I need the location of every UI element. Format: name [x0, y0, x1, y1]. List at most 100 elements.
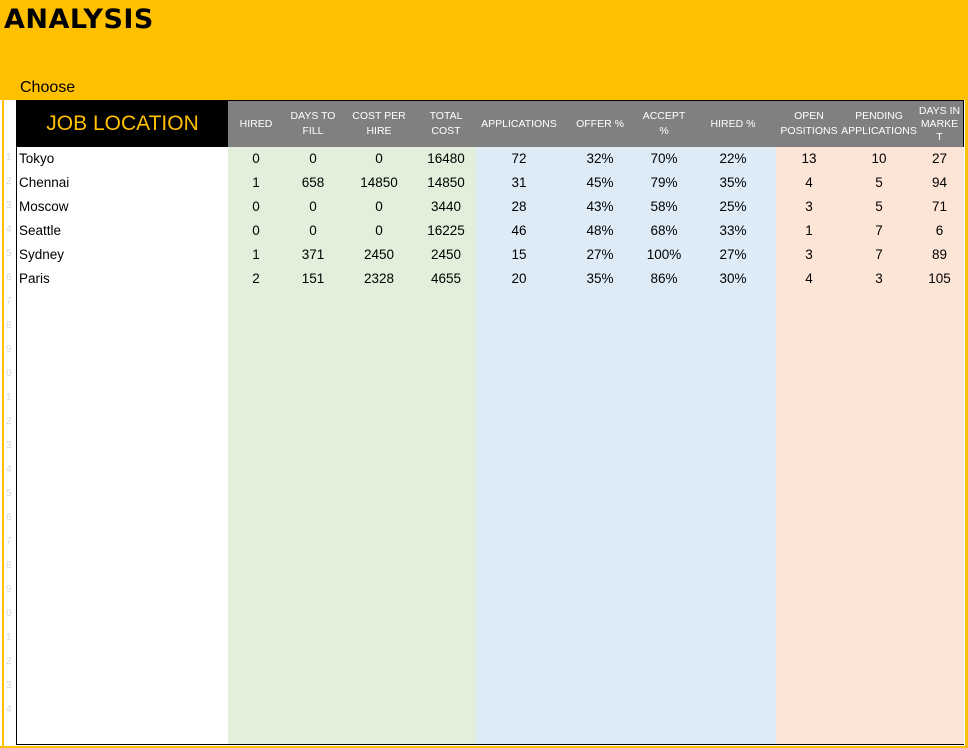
cell-total-cost[interactable]: 14850: [416, 171, 476, 195]
cell-applications[interactable]: 15: [476, 243, 562, 267]
table-row: Moscow 0 0 0 3440 28 43% 58% 25% 3 5 71: [17, 195, 963, 219]
cell-days-to-fill[interactable]: 0: [284, 195, 342, 219]
cell-offer-pct[interactable]: 48%: [562, 219, 638, 243]
cell-accept-pct[interactable]: 100%: [638, 243, 690, 267]
header-hired-pct[interactable]: HIRED %: [690, 101, 776, 147]
cell-days-in-market[interactable]: 89: [916, 243, 963, 267]
header-cost-per-hire[interactable]: COST PER HIRE: [342, 101, 416, 147]
cell-cost-per-hire[interactable]: 0: [342, 219, 416, 243]
cell-total-cost[interactable]: 16480: [416, 147, 476, 171]
cell-applications[interactable]: 31: [476, 171, 562, 195]
cell-cost-per-hire[interactable]: 0: [342, 195, 416, 219]
header-pending-applications[interactable]: PENDING APPLICATIONS: [841, 101, 917, 147]
row-number: 3: [6, 440, 12, 451]
cell-hired-pct[interactable]: 35%: [690, 171, 776, 195]
cell-location[interactable]: Tokyo: [19, 147, 219, 171]
cell-open-positions[interactable]: 1: [776, 219, 842, 243]
cell-hired-pct[interactable]: 22%: [690, 147, 776, 171]
row-number: 0: [6, 368, 12, 379]
cell-pending-applications[interactable]: 5: [842, 195, 916, 219]
cell-pending-applications[interactable]: 5: [842, 171, 916, 195]
cell-offer-pct[interactable]: 43%: [562, 195, 638, 219]
cell-offer-pct[interactable]: 27%: [562, 243, 638, 267]
cell-accept-pct[interactable]: 70%: [638, 147, 690, 171]
cell-total-cost[interactable]: 16225: [416, 219, 476, 243]
cell-location[interactable]: Chennai: [19, 171, 219, 195]
cell-hired[interactable]: 1: [228, 243, 284, 267]
header-total-cost[interactable]: TOTAL COST: [416, 101, 476, 147]
header-hired[interactable]: HIRED: [228, 101, 284, 147]
cell-pending-applications[interactable]: 7: [842, 243, 916, 267]
cell-hired[interactable]: 2: [228, 267, 284, 291]
cell-cost-per-hire[interactable]: 2450: [342, 243, 416, 267]
cell-accept-pct[interactable]: 86%: [638, 267, 690, 291]
row-number: 1: [6, 392, 12, 403]
cell-total-cost[interactable]: 4655: [416, 267, 476, 291]
cell-total-cost[interactable]: 3440: [416, 195, 476, 219]
cell-hired-pct[interactable]: 25%: [690, 195, 776, 219]
cell-applications[interactable]: 46: [476, 219, 562, 243]
cell-open-positions[interactable]: 13: [776, 147, 842, 171]
cell-days-to-fill[interactable]: 0: [284, 219, 342, 243]
cell-pending-applications[interactable]: 3: [842, 267, 916, 291]
cell-accept-pct[interactable]: 58%: [638, 195, 690, 219]
cell-cost-per-hire[interactable]: 0: [342, 147, 416, 171]
cell-days-to-fill[interactable]: 658: [284, 171, 342, 195]
header-offer-pct[interactable]: OFFER %: [562, 101, 638, 147]
cell-cost-per-hire[interactable]: 14850: [342, 171, 416, 195]
header-days-in-market[interactable]: DAYS IN MARKE T: [916, 101, 963, 147]
cell-open-positions[interactable]: 3: [776, 195, 842, 219]
cell-hired[interactable]: 0: [228, 147, 284, 171]
row-number: 1: [6, 632, 12, 643]
row-number: 9: [6, 584, 12, 595]
cell-cost-per-hire[interactable]: 2328: [342, 267, 416, 291]
cell-open-positions[interactable]: 4: [776, 267, 842, 291]
cell-applications[interactable]: 72: [476, 147, 562, 171]
row-number: 5: [6, 488, 12, 499]
cell-days-in-market[interactable]: 105: [916, 267, 963, 291]
cell-days-in-market[interactable]: 94: [916, 171, 963, 195]
row-number: 8: [6, 560, 12, 571]
cell-location[interactable]: Sydney: [19, 243, 219, 267]
cell-days-in-market[interactable]: 27: [916, 147, 963, 171]
cell-days-to-fill[interactable]: 371: [284, 243, 342, 267]
header-days-to-fill[interactable]: DAYS TO FILL: [284, 101, 342, 147]
cell-days-in-market[interactable]: 71: [916, 195, 963, 219]
header-open-positions[interactable]: OPEN POSITIONS: [776, 101, 842, 147]
cell-open-positions[interactable]: 3: [776, 243, 842, 267]
table-row: Chennai 1 658 14850 14850 31 45% 79% 35%…: [17, 171, 963, 195]
cell-location[interactable]: Seattle: [19, 219, 219, 243]
row-number: 7: [6, 536, 12, 547]
cell-open-positions[interactable]: 4: [776, 171, 842, 195]
cell-hired[interactable]: 0: [228, 195, 284, 219]
cell-accept-pct[interactable]: 79%: [638, 171, 690, 195]
cell-applications[interactable]: 28: [476, 195, 562, 219]
cell-accept-pct[interactable]: 68%: [638, 219, 690, 243]
cell-offer-pct[interactable]: 45%: [562, 171, 638, 195]
cell-pending-applications[interactable]: 10: [842, 147, 916, 171]
table-header: JOB LOCATION HIRED DAYS TO FILL COST PER…: [17, 101, 963, 147]
header-accept-pct[interactable]: ACCEPT %: [638, 101, 690, 147]
row-number: 4: [6, 704, 12, 715]
cell-days-to-fill[interactable]: 151: [284, 267, 342, 291]
cell-offer-pct[interactable]: 35%: [562, 267, 638, 291]
cell-applications[interactable]: 20: [476, 267, 562, 291]
cell-days-to-fill[interactable]: 0: [284, 147, 342, 171]
row-number: 0: [6, 608, 12, 619]
cell-location[interactable]: Paris: [19, 267, 219, 291]
table-row: Seattle 0 0 0 16225 46 48% 68% 33% 1 7 6: [17, 219, 963, 243]
cell-hired-pct[interactable]: 30%: [690, 267, 776, 291]
cell-hired[interactable]: 0: [228, 219, 284, 243]
row-number: 6: [6, 272, 12, 283]
cell-hired[interactable]: 1: [228, 171, 284, 195]
job-location-header[interactable]: JOB LOCATION: [17, 101, 228, 147]
analysis-table: JOB LOCATION HIRED DAYS TO FILL COST PER…: [16, 100, 964, 745]
cell-total-cost[interactable]: 2450: [416, 243, 476, 267]
cell-location[interactable]: Moscow: [19, 195, 219, 219]
cell-hired-pct[interactable]: 33%: [690, 219, 776, 243]
cell-days-in-market[interactable]: 6: [916, 219, 963, 243]
cell-offer-pct[interactable]: 32%: [562, 147, 638, 171]
header-applications[interactable]: APPLICATIONS: [476, 101, 562, 147]
cell-pending-applications[interactable]: 7: [842, 219, 916, 243]
cell-hired-pct[interactable]: 27%: [690, 243, 776, 267]
